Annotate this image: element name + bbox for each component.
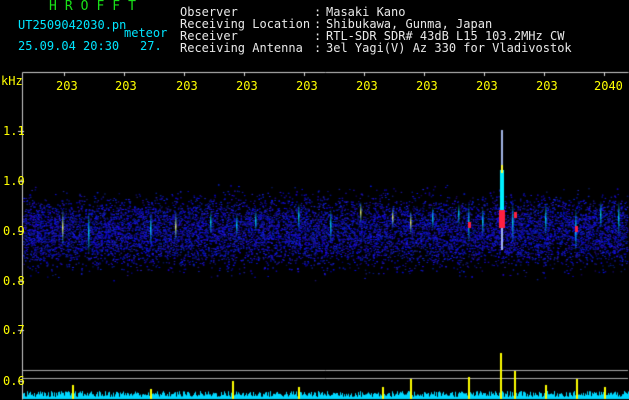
x-tick: 203 xyxy=(56,79,78,93)
observation-datetime: 25.09.04 20:30 xyxy=(18,39,120,53)
y-tick: 1.0 xyxy=(3,174,25,188)
info-label-antenna: Receiving Antenna xyxy=(180,41,303,55)
x-tick: 203 xyxy=(176,79,198,93)
x-tick: 203 xyxy=(416,79,438,93)
info-colon: : xyxy=(314,41,322,55)
x-tick: 203 xyxy=(536,79,558,93)
x-tick: 203 xyxy=(476,79,498,93)
y-axis-unit: kHz xyxy=(1,74,23,88)
y-tick: 0.9 xyxy=(3,224,25,238)
x-tick: 2040 xyxy=(594,79,623,93)
info-value-antenna: 3el Yagi(V) Az 330 for Vladivostok xyxy=(326,41,572,55)
y-tick: 1.1 xyxy=(3,124,25,138)
app-brand: HROFFT xyxy=(49,0,144,14)
file-name: UT2509042030.pn xyxy=(18,18,127,32)
meteor-label: meteor xyxy=(124,26,168,40)
meteor-count: 27. xyxy=(140,39,162,53)
y-tick: 0.7 xyxy=(3,323,25,337)
x-tick: 203 xyxy=(115,79,137,93)
y-tick: 0.8 xyxy=(3,274,25,288)
y-tick: 0.6 xyxy=(3,374,25,388)
spectrogram-canvas xyxy=(0,0,629,400)
x-tick: 203 xyxy=(356,79,378,93)
x-tick: 203 xyxy=(296,79,318,93)
x-tick: 203 xyxy=(236,79,258,93)
hrofft-screen: HROFFT UT2509042030.pn 25.09.04 20:30 me… xyxy=(0,0,629,400)
